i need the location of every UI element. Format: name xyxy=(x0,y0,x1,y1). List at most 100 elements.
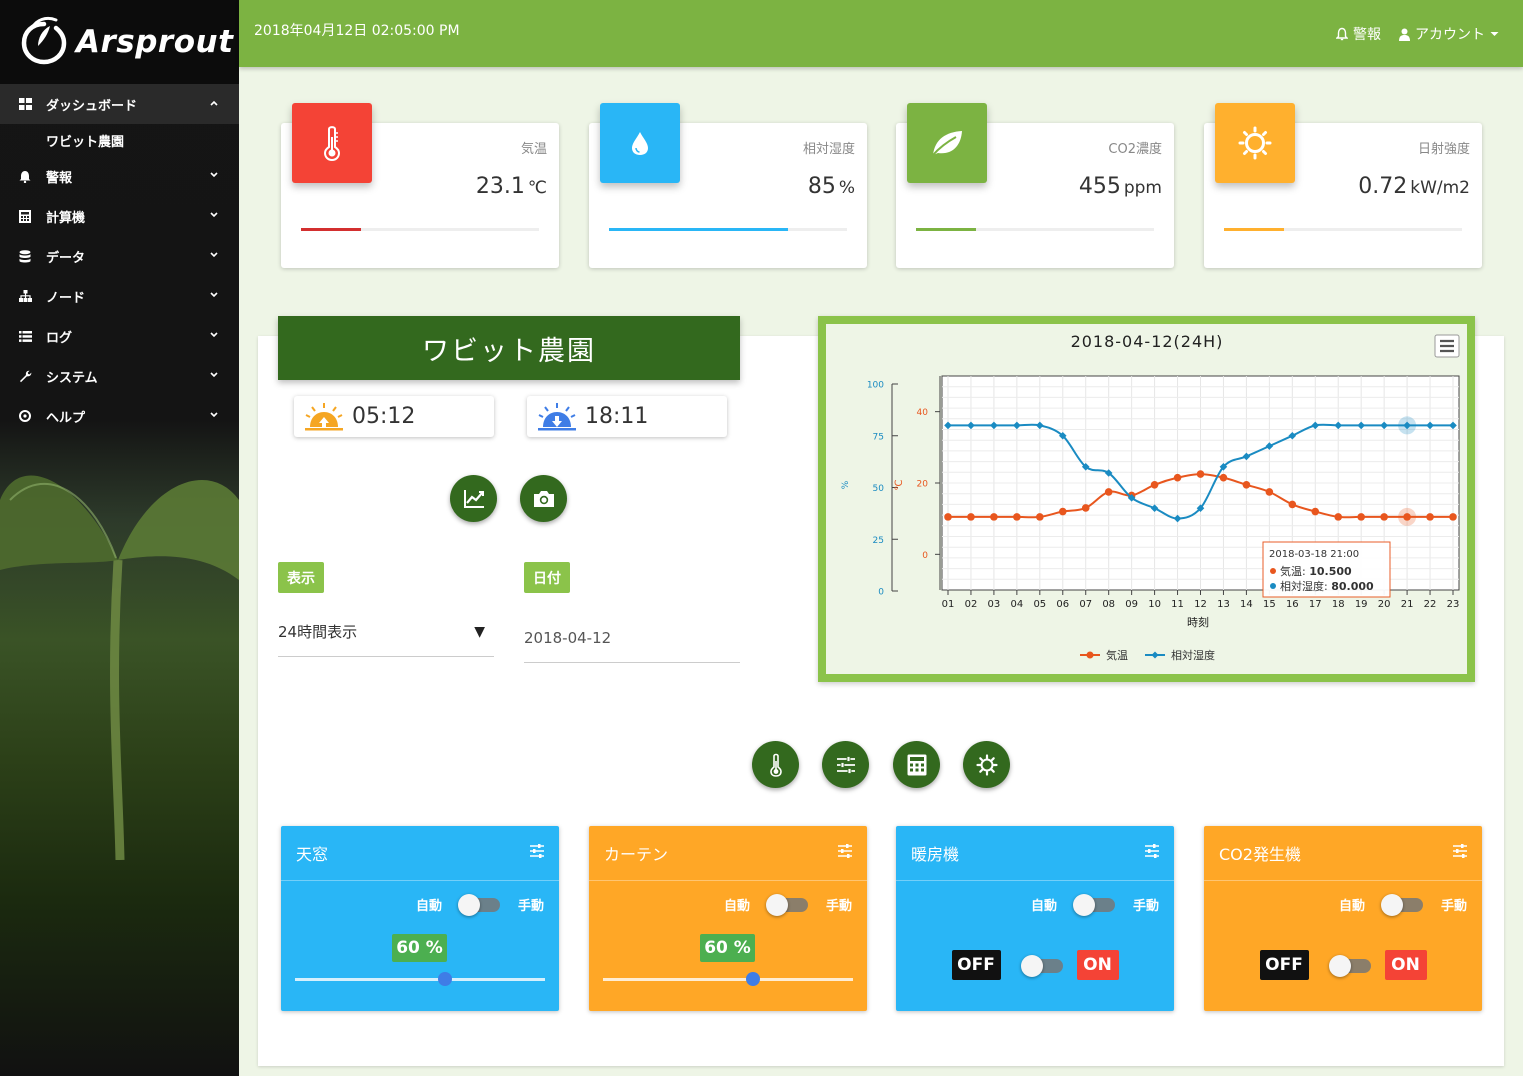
tooltip-title: 2018-03-18 21:00 xyxy=(1269,549,1359,560)
data-point xyxy=(1426,513,1434,521)
tooltip-hum-label: 相対湿度 xyxy=(1280,579,1324,593)
x-tick-label: 21 xyxy=(1401,599,1414,610)
sidebar-item-data[interactable]: データ xyxy=(0,236,239,276)
graph-button[interactable] xyxy=(450,475,497,522)
logo[interactable]: Arsprout xyxy=(0,0,239,84)
chart-menu-button[interactable] xyxy=(1434,334,1460,358)
sidebar-item-logs[interactable]: ログ xyxy=(0,316,239,356)
list-icon xyxy=(18,329,32,343)
gear-icon xyxy=(975,753,998,776)
control-card-header: CO2発生機 xyxy=(1204,826,1482,881)
off-button[interactable]: OFF xyxy=(1259,950,1309,980)
auto-manual-toggle[interactable] xyxy=(457,893,502,916)
x-tick-label: 17 xyxy=(1309,599,1322,610)
sidebar-item-dashboard[interactable]: ダッシュボード xyxy=(0,84,239,124)
stat-card-solar: 日射強度 0.72 kW/m2 xyxy=(1204,103,1482,268)
sidebar-item-alerts[interactable]: 警報 xyxy=(0,156,239,196)
camera-button[interactable] xyxy=(520,475,567,522)
control-title: 天窓 xyxy=(296,845,329,864)
auto-manual-toggle[interactable] xyxy=(1072,893,1117,916)
data-point xyxy=(1013,513,1021,521)
chevron-down-icon xyxy=(210,372,218,378)
stat-unit: kW/m2 xyxy=(1410,178,1470,198)
axis-label-time: 時刻 xyxy=(1187,615,1209,629)
display-mode-value: 24時間表示 xyxy=(278,623,358,641)
alerts-label: 警報 xyxy=(1353,27,1381,43)
axis-label-temperature: ℃ xyxy=(894,479,905,490)
sliders-icon[interactable] xyxy=(1452,844,1468,858)
data-point xyxy=(1403,513,1411,521)
opening-slider[interactable] xyxy=(603,972,853,986)
settings-button[interactable] xyxy=(963,741,1010,788)
power-toggle[interactable] xyxy=(1328,954,1373,977)
temperature-settings-button[interactable] xyxy=(752,741,799,788)
data-point xyxy=(1357,513,1365,521)
sidebar-item-calculator[interactable]: 計算機 xyxy=(0,196,239,236)
sunrise-icon xyxy=(305,402,343,430)
slider-thumb[interactable] xyxy=(746,972,760,986)
power-toggle[interactable] xyxy=(1020,954,1065,977)
on-button[interactable]: ON xyxy=(1076,950,1119,980)
stat-value: 85% xyxy=(807,174,855,199)
sidebar-item-label: システム xyxy=(46,370,98,386)
humidity-tick-label: 25 xyxy=(873,536,884,546)
auto-manual-toggle[interactable] xyxy=(765,893,810,916)
sidebar-item-help[interactable]: ヘルプ xyxy=(0,396,239,436)
x-tick-label: 07 xyxy=(1079,599,1092,610)
legend-item-humidity[interactable]: 相対湿度 xyxy=(1145,648,1215,662)
x-tick-label: 13 xyxy=(1217,599,1230,610)
x-tick-label: 04 xyxy=(1010,599,1023,610)
x-tick-label: 22 xyxy=(1424,599,1437,610)
sliders-icon[interactable] xyxy=(837,844,853,858)
auto-manual-toggle[interactable] xyxy=(1380,893,1425,916)
wrench-icon xyxy=(18,369,32,383)
x-tick-label: 12 xyxy=(1194,599,1207,610)
x-tick-label: 14 xyxy=(1240,599,1253,610)
date-value: 2018-04-12 xyxy=(524,629,612,647)
sidebar-item-system[interactable]: システム xyxy=(0,356,239,396)
stat-label: CO2濃度 xyxy=(1108,142,1162,157)
control-card-curtain: カーテン 自動 手動 60 % xyxy=(589,826,867,1011)
sliders-icon[interactable] xyxy=(1144,844,1160,858)
sidebar-item-label: ダッシュボード xyxy=(46,98,138,114)
x-tick-label: 08 xyxy=(1102,599,1115,610)
humidity-tick-label: 0 xyxy=(878,588,884,598)
current-datetime: 2018年04月12日 02:05:00 PM xyxy=(254,23,460,39)
thermometer-icon xyxy=(769,753,782,777)
data-point xyxy=(1334,513,1343,521)
alerts-button[interactable]: 警報 xyxy=(1336,24,1381,44)
legend-item-temperature[interactable]: 気温 xyxy=(1080,648,1128,662)
x-tick-label: 19 xyxy=(1355,599,1368,610)
stat-progress xyxy=(1224,228,1462,231)
x-tick-label: 03 xyxy=(988,599,1001,610)
caret-down-icon xyxy=(1490,32,1499,36)
x-tick-label: 11 xyxy=(1171,599,1184,610)
slider-thumb[interactable] xyxy=(438,972,452,986)
sunset-icon xyxy=(538,402,576,430)
sidebar-item-nodes[interactable]: ノード xyxy=(0,276,239,316)
sliders-icon xyxy=(836,755,855,774)
stat-card-temperature: 気温 23.1 ℃ xyxy=(281,103,559,268)
sunset-time: 18:11 xyxy=(585,404,649,429)
adjust-settings-button[interactable] xyxy=(822,741,869,788)
sliders-icon[interactable] xyxy=(529,844,545,858)
date-input[interactable]: 2018-04-12 xyxy=(524,618,740,663)
x-tick-label: 18 xyxy=(1332,599,1345,610)
off-button[interactable]: OFF xyxy=(951,950,1001,980)
account-menu[interactable]: アカウント xyxy=(1399,24,1499,44)
calculator-button[interactable] xyxy=(893,741,940,788)
opening-slider[interactable] xyxy=(295,972,545,986)
auto-label: 自動 xyxy=(415,898,442,914)
x-tick-label: 06 xyxy=(1056,599,1069,610)
on-button[interactable]: ON xyxy=(1384,950,1427,980)
display-tag: 表示 xyxy=(278,562,324,593)
humidity-tick-label: 100 xyxy=(867,381,884,391)
data-point xyxy=(1311,507,1320,516)
sidebar-subitem-farm[interactable]: ワビット農園 xyxy=(0,124,239,156)
line-chart-icon xyxy=(463,489,484,508)
chart-panel: 2018-04-12(24H) 0 25 50 75 100 0 20 40 01 02 03 04 0… xyxy=(818,316,1475,682)
data-point xyxy=(1219,473,1228,482)
x-tick-label: 15 xyxy=(1263,599,1276,610)
manual-label: 手動 xyxy=(825,898,852,914)
display-mode-select[interactable]: 24時間表示 ▼ xyxy=(278,612,494,657)
